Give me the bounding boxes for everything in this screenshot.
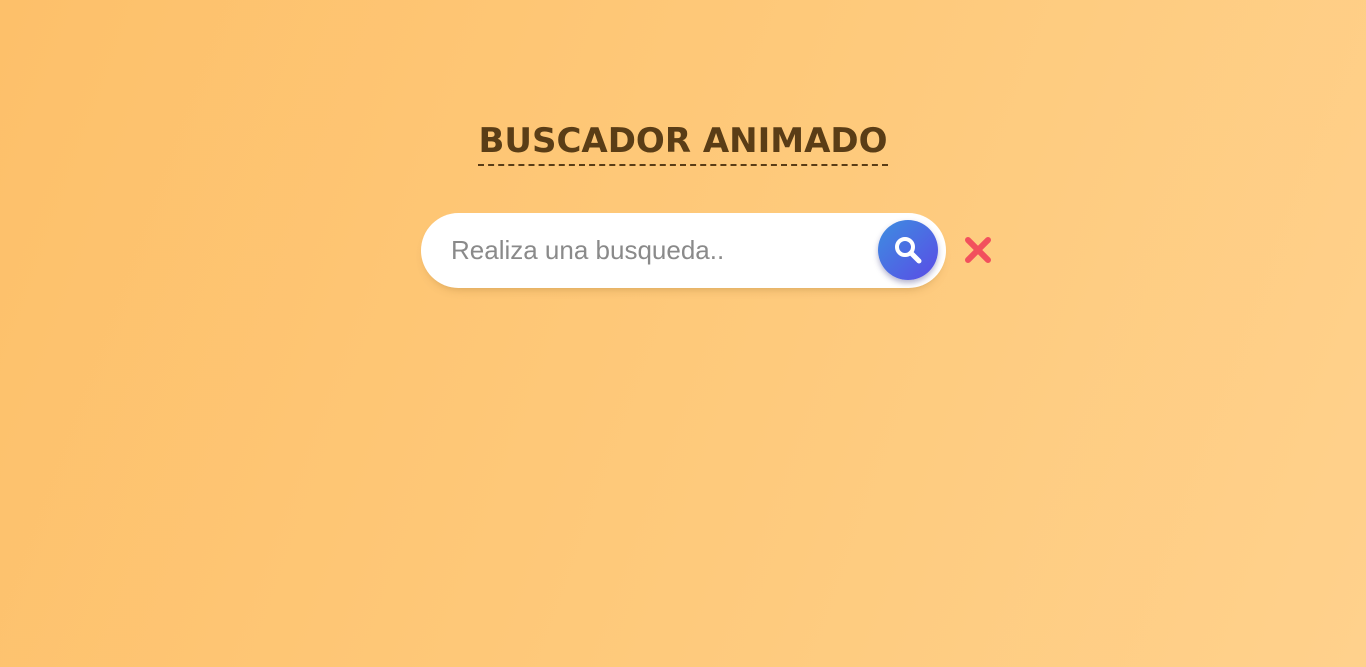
close-button[interactable] <box>962 236 994 268</box>
search-button[interactable] <box>878 220 938 280</box>
search-input[interactable] <box>451 231 851 269</box>
search-bar <box>421 213 946 288</box>
close-icon <box>964 236 992 269</box>
page-title-wrapper: BUSCADOR ANIMADO <box>0 120 1366 166</box>
search-icon <box>893 235 923 265</box>
page-title: BUSCADOR ANIMADO <box>478 120 888 166</box>
